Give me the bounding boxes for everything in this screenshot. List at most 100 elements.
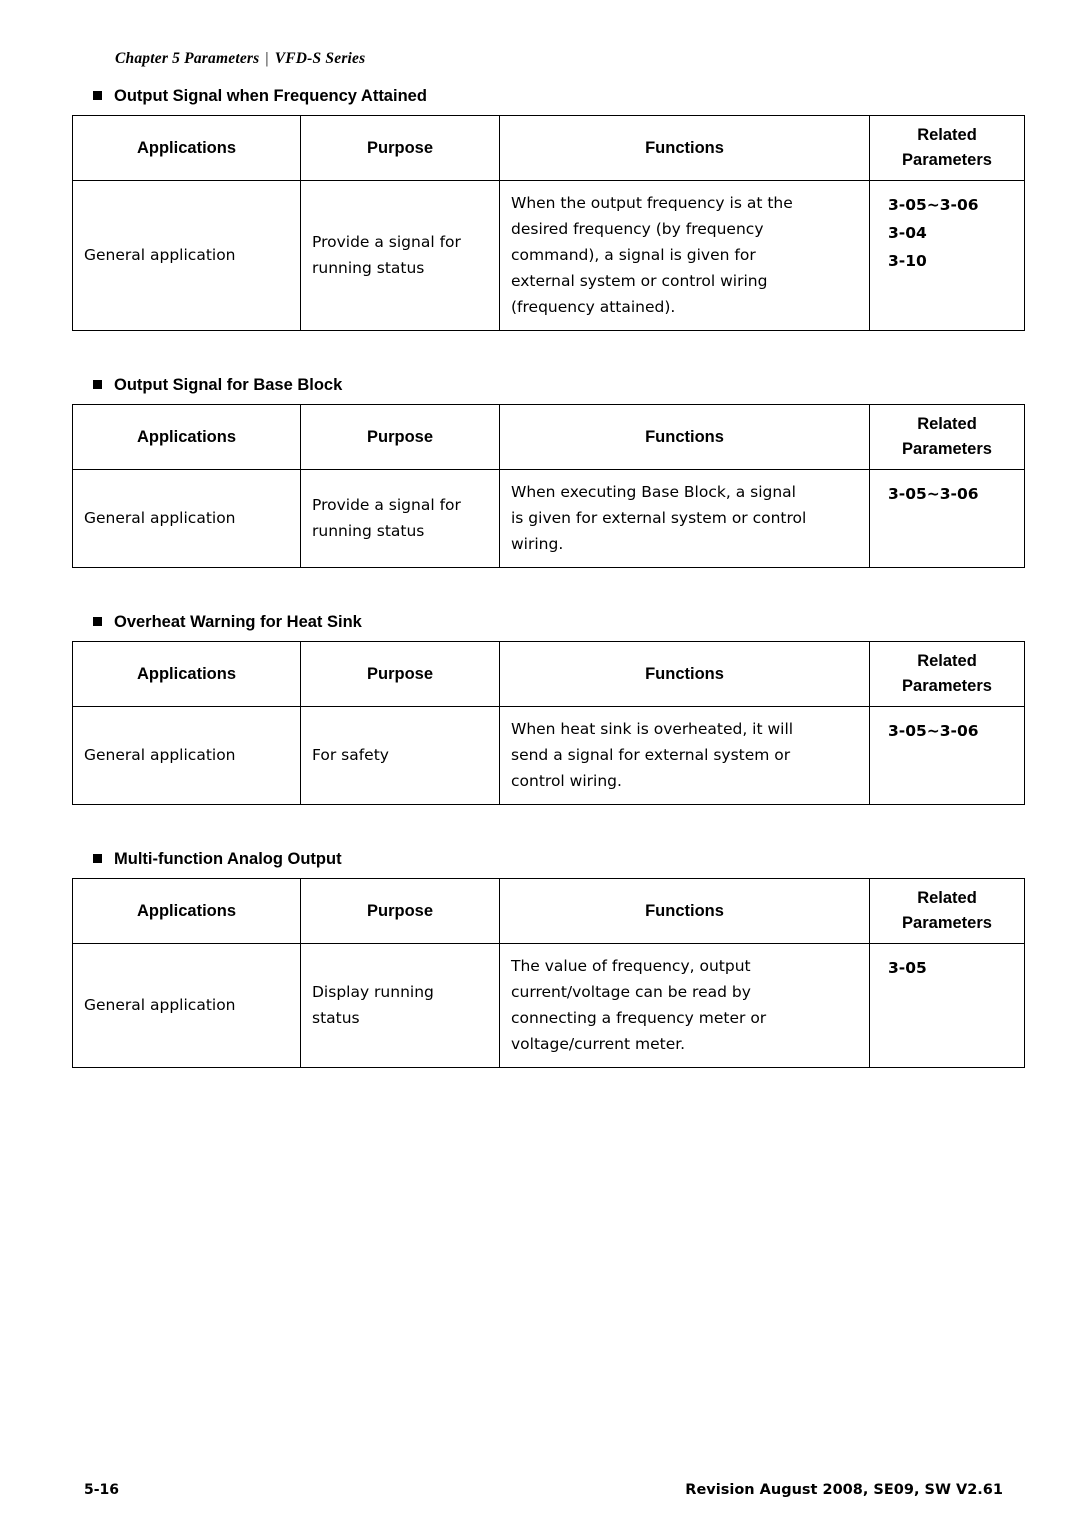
related-line-1: Related	[917, 652, 977, 670]
section-output-signal-frequency-attained: Output Signal when Frequency Attained Ap…	[72, 86, 1025, 331]
column-header-functions: Functions	[499, 878, 870, 944]
square-bullet-icon	[93, 617, 102, 626]
square-bullet-icon	[93, 854, 102, 863]
cell-functions: When heat sink is overheated, it will se…	[499, 706, 870, 805]
section-output-signal-base-block: Output Signal for Base Block Application…	[72, 375, 1025, 568]
section-overheat-warning-heat-sink: Overheat Warning for Heat Sink Applicati…	[72, 612, 1025, 805]
cell-related-parameters: 3-05~3-06 3-04 3-10	[869, 180, 1025, 331]
related-parameter: 3-05~3-06	[888, 485, 979, 503]
functions-line: command), a signal is given for	[511, 246, 756, 264]
section-multi-function-analog-output: Multi-function Analog Output Application…	[72, 849, 1025, 1068]
functions-line: is given for external system or control	[511, 509, 807, 527]
table-row: General application For safety When heat…	[72, 706, 1025, 805]
cell-purpose: Provide a signal for running status	[300, 469, 500, 568]
functions-line: voltage/current meter.	[511, 1035, 686, 1053]
related-line-1: Related	[917, 415, 977, 433]
table-header-row: Applications Purpose Functions Related P…	[72, 641, 1025, 707]
footer-revision: Revision August 2008, SE09, SW V2.61	[685, 1482, 1003, 1498]
column-header-purpose: Purpose	[300, 404, 500, 470]
column-header-applications: Applications	[72, 115, 301, 181]
square-bullet-icon	[93, 91, 102, 100]
column-header-functions: Functions	[499, 404, 870, 470]
functions-line: current/voltage can be read by	[511, 983, 751, 1001]
column-header-applications: Applications	[72, 404, 301, 470]
related-line-2: Parameters	[902, 151, 992, 169]
cell-related-parameters: 3-05~3-06	[869, 706, 1025, 805]
functions-line: desired frequency (by frequency	[511, 220, 764, 238]
related-parameter: 3-04	[888, 224, 927, 242]
cell-functions: When executing Base Block, a signal is g…	[499, 469, 870, 568]
purpose-line: Provide a signal for	[312, 495, 461, 514]
functions-line: wiring.	[511, 535, 564, 553]
section-title: Overheat Warning for Heat Sink	[72, 612, 1024, 632]
section-title: Output Signal for Base Block	[72, 375, 1024, 395]
cell-purpose: For safety	[300, 706, 500, 805]
footer-page-number: 5-16	[84, 1482, 120, 1498]
functions-line: external system or control wiring	[511, 272, 768, 290]
column-header-purpose: Purpose	[300, 115, 500, 181]
section-title: Output Signal when Frequency Attained	[72, 86, 1024, 106]
cell-purpose: Provide a signal for running status	[300, 180, 500, 331]
parameter-table: Applications Purpose Functions Related P…	[72, 641, 1025, 805]
related-line-1: Related	[917, 126, 977, 144]
related-line-2: Parameters	[902, 677, 992, 695]
cell-functions: When the output frequency is at the desi…	[499, 180, 870, 331]
column-header-applications: Applications	[72, 641, 301, 707]
purpose-line: Display running	[312, 982, 434, 1001]
column-header-related-parameters: Related Parameters	[869, 641, 1025, 707]
header-series: VFD-S Series	[274, 50, 366, 67]
related-line-1: Related	[917, 889, 977, 907]
parameter-table: Applications Purpose Functions Related P…	[72, 115, 1025, 331]
cell-related-parameters: 3-05~3-06	[869, 469, 1025, 568]
section-title: Multi-function Analog Output	[72, 849, 1024, 869]
related-line-2: Parameters	[902, 440, 992, 458]
document-header: Chapter 5 Parameters | VFD-S Series	[115, 50, 365, 68]
column-header-applications: Applications	[72, 878, 301, 944]
purpose-line: Provide a signal for	[312, 232, 461, 251]
functions-line: (frequency attained).	[511, 298, 676, 316]
table-row: General application Provide a signal for…	[72, 180, 1025, 331]
column-header-related-parameters: Related Parameters	[869, 115, 1025, 181]
section-title-text: Multi-function Analog Output	[114, 850, 342, 868]
section-title-text: Output Signal for Base Block	[114, 376, 343, 394]
column-header-functions: Functions	[499, 641, 870, 707]
column-header-related-parameters: Related Parameters	[869, 878, 1025, 944]
functions-line: send a signal for external system or	[511, 746, 791, 764]
functions-line: When the output frequency is at the	[511, 194, 793, 212]
cell-applications: General application	[72, 180, 301, 331]
column-header-related-parameters: Related Parameters	[869, 404, 1025, 470]
cell-applications: General application	[72, 943, 301, 1068]
functions-line: control wiring.	[511, 772, 622, 790]
related-parameter: 3-05~3-06	[888, 722, 979, 740]
related-line-2: Parameters	[902, 914, 992, 932]
page: Chapter 5 Parameters | VFD-S Series Output…	[0, 0, 1080, 1534]
header-separator: |	[265, 50, 269, 67]
purpose-line: status	[312, 1008, 360, 1027]
header-chapter: Chapter 5 Parameters	[115, 50, 260, 67]
table-header-row: Applications Purpose Functions Related P…	[72, 878, 1025, 944]
table-row: General application Display running stat…	[72, 943, 1025, 1068]
section-title-text: Overheat Warning for Heat Sink	[114, 613, 362, 631]
purpose-line: running status	[312, 258, 425, 277]
related-parameter: 3-05	[888, 959, 927, 977]
parameter-table: Applications Purpose Functions Related P…	[72, 878, 1025, 1068]
related-parameter: 3-10	[888, 252, 927, 270]
main-content: Output Signal when Frequency Attained Ap…	[72, 86, 1025, 1112]
square-bullet-icon	[93, 380, 102, 389]
functions-line: When heat sink is overheated, it will	[511, 720, 794, 738]
column-header-purpose: Purpose	[300, 878, 500, 944]
cell-applications: General application	[72, 706, 301, 805]
functions-line: connecting a frequency meter or	[511, 1009, 767, 1027]
table-header-row: Applications Purpose Functions Related P…	[72, 115, 1025, 181]
functions-line: The value of frequency, output	[511, 957, 751, 975]
functions-line: When executing Base Block, a signal	[511, 483, 796, 501]
column-header-purpose: Purpose	[300, 641, 500, 707]
section-title-text: Output Signal when Frequency Attained	[114, 87, 427, 105]
related-parameter: 3-05~3-06	[888, 196, 979, 214]
purpose-line: running status	[312, 521, 425, 540]
table-row: General application Provide a signal for…	[72, 469, 1025, 568]
cell-functions: The value of frequency, output current/v…	[499, 943, 870, 1068]
table-header-row: Applications Purpose Functions Related P…	[72, 404, 1025, 470]
column-header-functions: Functions	[499, 115, 870, 181]
cell-applications: General application	[72, 469, 301, 568]
